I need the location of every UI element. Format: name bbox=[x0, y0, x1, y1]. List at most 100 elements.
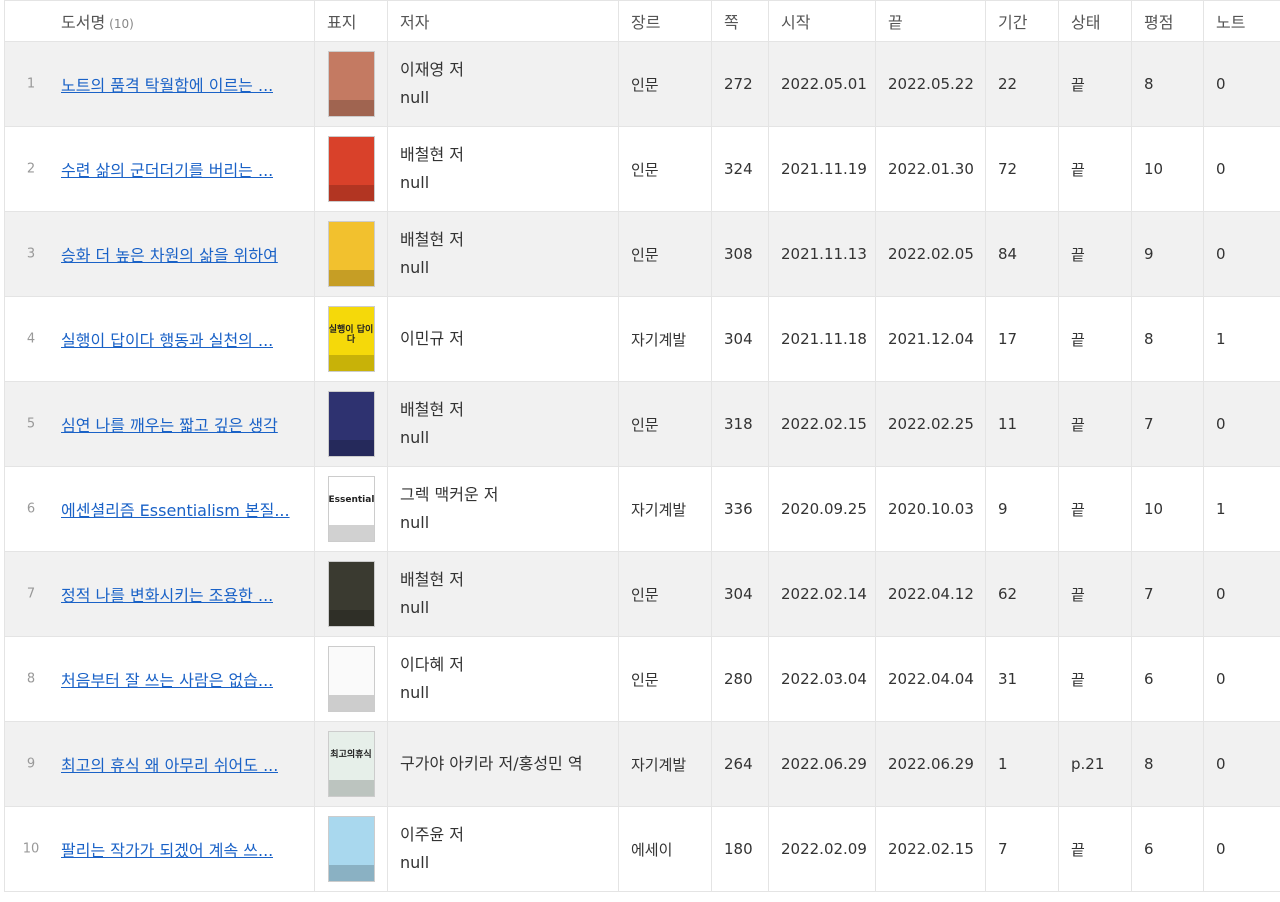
author-name: 구가야 아키라 저/홍성민 역 bbox=[400, 754, 583, 773]
table-row[interactable]: 4 실행이 답이다 행동과 실천의 ... 실행이 답이다 이민규 저 자기계발… bbox=[4, 296, 1280, 382]
translator-value: null bbox=[400, 173, 430, 192]
end-date-cell: 2022.02.25 bbox=[875, 381, 986, 467]
end-date-cell: 2022.01.30 bbox=[875, 126, 986, 212]
book-title-link[interactable]: 노트의 품격 탁월함에 이르는 ... bbox=[61, 72, 273, 96]
author-cell: 배철현 저 null bbox=[387, 381, 619, 467]
translator-value: null bbox=[400, 88, 430, 107]
table-row[interactable]: 9 최고의 휴식 왜 아무리 쉬어도 ... 최고의휴식 구가야 아키라 저/홍… bbox=[4, 721, 1280, 807]
start-date-cell: 2021.11.13 bbox=[768, 211, 876, 297]
pages-cell: 318 bbox=[711, 381, 769, 467]
row-index: 4 bbox=[26, 331, 36, 347]
column-header-start[interactable]: 시작 bbox=[768, 0, 876, 42]
cover-strip bbox=[328, 525, 374, 541]
book-title-link[interactable]: 최고의 휴식 왜 아무리 쉬어도 ... bbox=[61, 752, 278, 776]
pages-cell: 304 bbox=[711, 296, 769, 382]
start-date-cell: 2021.11.18 bbox=[768, 296, 876, 382]
pages-cell: 180 bbox=[711, 806, 769, 892]
cover-strip bbox=[328, 780, 374, 796]
column-header-cover[interactable]: 표지 bbox=[314, 0, 388, 42]
cover-cell bbox=[314, 41, 388, 127]
book-title-link[interactable]: 승화 더 높은 차원의 삶을 위하여 bbox=[61, 242, 278, 266]
table-row[interactable]: 6 에센셜리즘 Essentialism 본질... Essentialism … bbox=[4, 466, 1280, 552]
status-cell: 끝 bbox=[1058, 211, 1132, 297]
cover-strip bbox=[328, 440, 374, 456]
column-header-duration[interactable]: 기간 bbox=[985, 0, 1059, 42]
column-header-genre[interactable]: 장르 bbox=[618, 0, 712, 42]
book-title-link[interactable]: 에센셜리즘 Essentialism 본질... bbox=[61, 497, 290, 521]
start-date-cell: 2021.11.19 bbox=[768, 126, 876, 212]
status-cell: 끝 bbox=[1058, 41, 1132, 127]
book-title-link[interactable]: 수련 삶의 군더더기를 버리는 ... bbox=[61, 157, 273, 181]
genre-cell: 인문 bbox=[618, 381, 712, 467]
translator-value: null bbox=[400, 853, 430, 872]
author-name: 이주윤 저 bbox=[400, 825, 464, 844]
column-header-author[interactable]: 저자 bbox=[387, 0, 619, 42]
column-header-rating[interactable]: 평점 bbox=[1131, 0, 1204, 42]
book-cover-image[interactable] bbox=[327, 51, 375, 117]
book-title-cell: 6 에센셜리즘 Essentialism 본질... bbox=[4, 466, 315, 552]
column-header-end[interactable]: 끝 bbox=[875, 0, 986, 42]
author-name: 이재영 저 bbox=[400, 60, 464, 79]
book-cover-image[interactable] bbox=[327, 816, 375, 882]
pages-cell: 336 bbox=[711, 466, 769, 552]
table-row[interactable]: 8 처음부터 잘 쓰는 사람은 없습... 이다혜 저 null 인문 280 … bbox=[4, 636, 1280, 722]
pages-cell: 280 bbox=[711, 636, 769, 722]
book-title-link[interactable]: 심연 나를 깨우는 짧고 깊은 생각 bbox=[61, 412, 278, 436]
end-date-cell: 2022.05.22 bbox=[875, 41, 986, 127]
duration-cell: 9 bbox=[985, 466, 1059, 552]
author-cell: 이재영 저 null bbox=[387, 41, 619, 127]
book-cover-image[interactable] bbox=[327, 391, 375, 457]
rating-cell: 8 bbox=[1131, 41, 1204, 127]
author-name: 배철현 저 bbox=[400, 145, 464, 164]
end-date-cell: 2021.12.04 bbox=[875, 296, 986, 382]
column-header-pages[interactable]: 쪽 bbox=[711, 0, 769, 42]
book-title-link[interactable]: 팔리는 작가가 되겠어 계속 쓰... bbox=[61, 837, 273, 861]
author-cell: 배철현 저 null bbox=[387, 126, 619, 212]
book-title-cell: 2 수련 삶의 군더더기를 버리는 ... bbox=[4, 126, 315, 212]
cover-strip bbox=[328, 100, 374, 116]
header-row: 도서명 (10) 표지 저자 장르 쪽 시작 끝 기간 상태 평점 노트 bbox=[4, 0, 1280, 42]
cover-text: 최고의휴식 bbox=[330, 750, 372, 760]
book-cover-image[interactable] bbox=[327, 136, 375, 202]
book-cover-image[interactable]: 실행이 답이다 bbox=[327, 306, 375, 372]
table-row[interactable]: 3 승화 더 높은 차원의 삶을 위하여 배철현 저 null 인문 308 2… bbox=[4, 211, 1280, 297]
book-title-link[interactable]: 정적 나를 변화시키는 조용한 ... bbox=[61, 582, 273, 606]
table-row[interactable]: 7 정적 나를 변화시키는 조용한 ... 배철현 저 null 인문 304 … bbox=[4, 551, 1280, 637]
column-header-title[interactable]: 도서명 (10) bbox=[4, 0, 315, 42]
book-title-cell: 10 팔리는 작가가 되겠어 계속 쓰... bbox=[4, 806, 315, 892]
note-cell: 0 bbox=[1203, 551, 1280, 637]
duration-cell: 72 bbox=[985, 126, 1059, 212]
column-header-note[interactable]: 노트 bbox=[1203, 0, 1280, 42]
book-cover-image[interactable]: Essentialism bbox=[327, 476, 375, 542]
end-date-cell: 2022.04.04 bbox=[875, 636, 986, 722]
table-row[interactable]: 2 수련 삶의 군더더기를 버리는 ... 배철현 저 null 인문 324 … bbox=[4, 126, 1280, 212]
table-row[interactable]: 5 심연 나를 깨우는 짧고 깊은 생각 배철현 저 null 인문 318 2… bbox=[4, 381, 1280, 467]
pages-cell: 324 bbox=[711, 126, 769, 212]
table-row[interactable]: 1 노트의 품격 탁월함에 이르는 ... 이재영 저 null 인문 272 … bbox=[4, 41, 1280, 127]
rating-cell: 8 bbox=[1131, 721, 1204, 807]
rating-cell: 6 bbox=[1131, 636, 1204, 722]
status-cell: 끝 bbox=[1058, 551, 1132, 637]
genre-cell: 인문 bbox=[618, 636, 712, 722]
cover-cell bbox=[314, 126, 388, 212]
book-title-link[interactable]: 실행이 답이다 행동과 실천의 ... bbox=[61, 327, 273, 351]
book-title-link[interactable]: 처음부터 잘 쓰는 사람은 없습... bbox=[61, 667, 273, 691]
translator-value: null bbox=[400, 258, 430, 277]
status-cell: 끝 bbox=[1058, 806, 1132, 892]
note-cell: 0 bbox=[1203, 806, 1280, 892]
cover-strip bbox=[328, 270, 374, 286]
cover-cell bbox=[314, 636, 388, 722]
book-table: 도서명 (10) 표지 저자 장르 쪽 시작 끝 기간 상태 평점 노트 1 노트… bbox=[4, 0, 1280, 892]
end-date-cell: 2022.02.05 bbox=[875, 211, 986, 297]
book-cover-image[interactable] bbox=[327, 561, 375, 627]
table-row[interactable]: 10 팔리는 작가가 되겠어 계속 쓰... 이주윤 저 null 에세이 18… bbox=[4, 806, 1280, 892]
column-header-status[interactable]: 상태 bbox=[1058, 0, 1132, 42]
book-cover-image[interactable] bbox=[327, 221, 375, 287]
rating-cell: 7 bbox=[1131, 381, 1204, 467]
duration-cell: 84 bbox=[985, 211, 1059, 297]
author-name: 배철현 저 bbox=[400, 230, 464, 249]
row-index: 3 bbox=[26, 246, 36, 262]
genre-cell: 자기계발 bbox=[618, 296, 712, 382]
book-cover-image[interactable]: 최고의휴식 bbox=[327, 731, 375, 797]
book-cover-image[interactable] bbox=[327, 646, 375, 712]
